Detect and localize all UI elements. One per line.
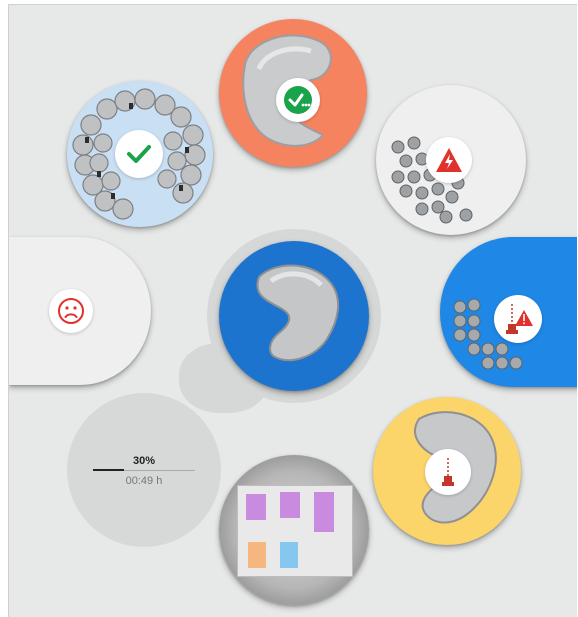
tower-warning-badge [494, 295, 542, 343]
progress-time: 00:49 h [125, 475, 163, 487]
tower-warning-icon [506, 304, 533, 334]
progress-fill [93, 469, 124, 471]
scan-complete-node[interactable] [67, 81, 213, 227]
build-plate-icon [237, 485, 353, 577]
check-icon [127, 145, 151, 163]
part-purple-2 [280, 492, 300, 518]
model-complete-node[interactable] [219, 19, 367, 167]
check-pending-icon [284, 86, 312, 114]
part-blue [280, 542, 298, 568]
check-pending-badge [276, 78, 320, 122]
workflow-canvas: 30% 00:49 h [8, 4, 577, 617]
progress-percent: 30% [132, 455, 156, 467]
center-model-node[interactable] [219, 241, 369, 391]
support-generation-node[interactable] [373, 397, 521, 545]
support-tower-badge [425, 449, 471, 495]
support-tower-icon [442, 458, 454, 486]
part-purple-3 [314, 492, 334, 532]
build-platform-node[interactable] [219, 455, 369, 605]
check-badge [115, 130, 163, 178]
sad-face-icon [58, 298, 84, 324]
part-purple-1 [246, 494, 266, 520]
aligner-model-icon [256, 264, 340, 362]
progress-node[interactable]: 30% 00:49 h [67, 393, 221, 547]
lightning-warning-badge [426, 137, 472, 183]
supports-error-node[interactable] [376, 85, 526, 235]
progress-track [93, 469, 195, 471]
sad-face-badge [49, 289, 93, 333]
nesting-warning-node[interactable] [440, 237, 577, 387]
part-orange [248, 542, 266, 568]
lightning-warning-icon [436, 148, 462, 172]
feedback-node[interactable] [9, 237, 151, 385]
